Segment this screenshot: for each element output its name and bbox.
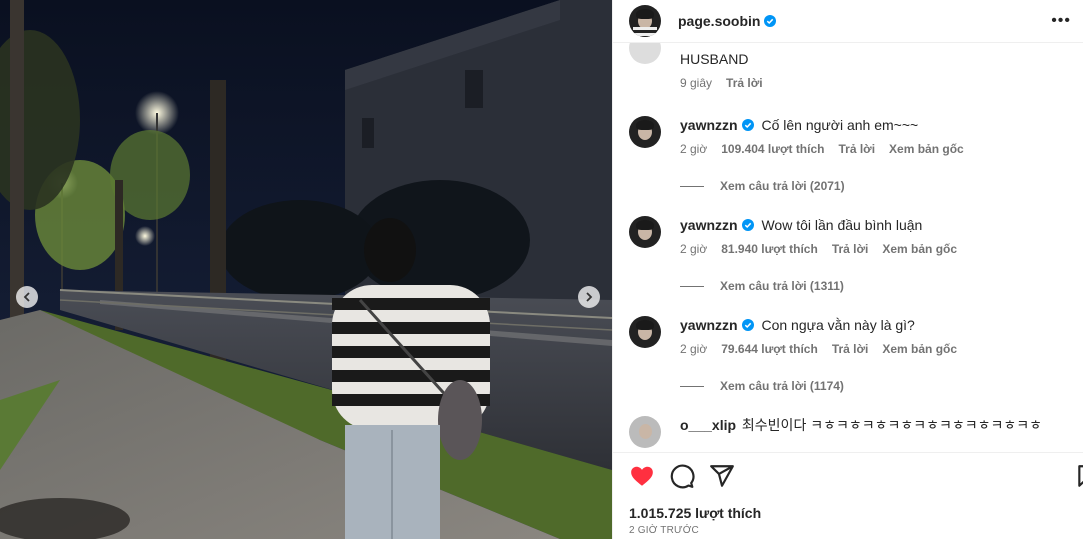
reply-button[interactable]: Trả lời: [832, 240, 869, 258]
avatar[interactable]: [629, 116, 661, 148]
verified-badge-icon: [764, 15, 777, 27]
chevron-right-icon: [586, 292, 593, 302]
comment-icon[interactable]: [669, 463, 695, 489]
comment-likes[interactable]: 79.644 lượt thích: [721, 340, 818, 358]
divider: [680, 385, 704, 387]
comment-time: 2 giờ: [680, 342, 708, 356]
avatar[interactable]: [629, 316, 661, 348]
post-actions-bar: 1.015.725 lượt thích 2 GIỜ TRƯỚC: [613, 452, 1083, 540]
comment-username[interactable]: yawnzzn: [680, 217, 738, 233]
post-detail-panel: page.soobin ••• HUSBAND 9 giây Trả lời y…: [612, 0, 1083, 540]
reply-button[interactable]: Trả lời: [838, 140, 875, 158]
reply-button[interactable]: Trả lời: [726, 74, 763, 92]
comment-time: 9 giây: [680, 76, 713, 90]
verified-badge-icon: [741, 319, 754, 331]
comment-time: 2 giờ: [680, 242, 708, 256]
divider: [680, 285, 704, 287]
next-photo-button[interactable]: [578, 286, 600, 308]
comment-likes[interactable]: 81.940 lượt thích: [721, 240, 818, 258]
see-original-button[interactable]: Xem bản gốc: [889, 140, 964, 158]
view-replies-label: Xem câu trả lời (2071): [720, 179, 845, 193]
like-count[interactable]: 1.015.725 lượt thích: [629, 505, 761, 521]
divider: [680, 185, 704, 187]
comment-text: Con ngựa vằn này là gì?: [761, 317, 915, 333]
see-original-button[interactable]: Xem bản gốc: [882, 340, 957, 358]
post-header: page.soobin •••: [613, 0, 1083, 43]
see-original-button[interactable]: Xem bản gốc: [882, 240, 957, 258]
reply-button[interactable]: Trả lời: [832, 340, 869, 358]
more-icon[interactable]: •••: [1051, 12, 1071, 30]
comment-username[interactable]: yawnzzn: [680, 117, 738, 133]
view-replies-button[interactable]: Xem câu trả lời (1311): [680, 279, 844, 293]
heart-filled-icon[interactable]: [629, 463, 655, 489]
view-replies-label: Xem câu trả lời (1311): [720, 279, 844, 293]
post-photo: [0, 0, 612, 539]
avatar[interactable]: [629, 416, 661, 448]
bookmark-icon[interactable]: [1075, 463, 1083, 489]
comment-text: Wow tôi lần đầu bình luận: [761, 217, 923, 233]
previous-photo-button[interactable]: [16, 286, 38, 308]
comment-username[interactable]: yawnzzn: [680, 317, 738, 333]
comment-username[interactable]: o___xlip: [680, 417, 736, 433]
avatar[interactable]: [629, 42, 661, 64]
post-time: 2 GIỜ TRƯỚC: [629, 525, 699, 536]
comment-text: Cố lên người anh em~~~: [761, 117, 919, 133]
night-street-photo: [0, 0, 612, 539]
avatar[interactable]: [629, 216, 661, 248]
post-username[interactable]: page.soobin: [678, 13, 760, 29]
view-replies-button[interactable]: Xem câu trả lời (2071): [680, 179, 845, 193]
comment-text: HUSBAND: [680, 51, 749, 67]
verified-badge-icon: [741, 119, 754, 131]
comment-list: HUSBAND 9 giây Trả lời yawnzzn Cố lên ng…: [613, 42, 1083, 452]
send-icon[interactable]: [709, 463, 735, 489]
view-replies-label: Xem câu trả lời (1174): [720, 379, 844, 393]
comment-text: 최수빈이다 ㅋㅎㅋㅎㅋㅎㅋㅎㅋㅎㅋㅎㅋㅎㅋㅎㅋㅎ: [741, 417, 1043, 433]
comment-time: 2 giờ: [680, 142, 708, 156]
chevron-left-icon: [23, 292, 30, 302]
verified-badge-icon: [741, 219, 754, 231]
avatar[interactable]: [629, 5, 661, 37]
view-replies-button[interactable]: Xem câu trả lời (1174): [680, 379, 844, 393]
comment-likes[interactable]: 109.404 lượt thích: [721, 140, 824, 158]
